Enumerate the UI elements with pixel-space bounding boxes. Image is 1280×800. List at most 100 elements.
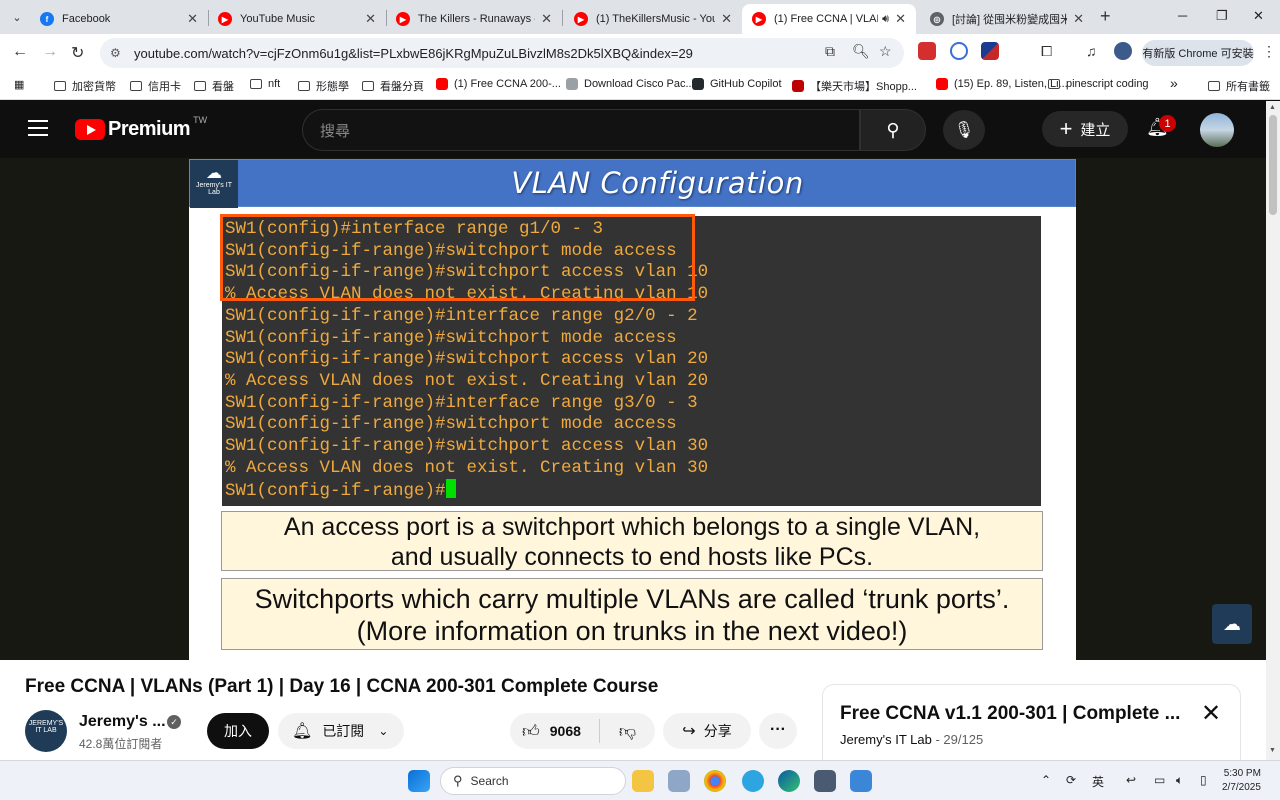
tab-search-button[interactable]: ⌄ [6,6,28,28]
bookmark-item[interactable]: 看盤 [194,78,234,94]
close-tab-icon[interactable]: ✕ [1073,11,1084,27]
system-clock[interactable]: 5:30 PM 2/7/2025 [1222,767,1261,795]
install-app-icon[interactable]: ⧉ [825,43,835,60]
search-input[interactable]: 搜尋 [302,109,860,151]
create-button[interactable]: + 建立 [1042,111,1128,147]
page-scrollbar[interactable]: ▲ ▼ [1266,101,1280,760]
channel-avatar[interactable]: JEREMY'S IT LAB [25,710,67,752]
scroll-up-icon[interactable]: ▲ [1269,104,1276,111]
menu-icon[interactable] [28,120,48,141]
all-bookmarks-folder[interactable]: 所有書籤 [1208,78,1270,94]
close-tab-icon[interactable]: ✕ [541,11,552,27]
input-language[interactable]: 英 [1092,773,1104,790]
share-button[interactable]: ↪ 分享 [663,713,751,749]
bookmark-item[interactable]: nft [250,78,280,90]
terminal-line: % Access VLAN does not exist. Creating v… [225,370,709,391]
scroll-down-icon[interactable]: ▼ [1269,747,1276,754]
browser-tab[interactable]: ▶ (1) TheKillersMusic - YouTu ✕ [564,4,742,34]
reload-button[interactable]: ↻ [71,43,84,63]
clock-date: 2/7/2025 [1222,782,1261,793]
profile-avatar-icon[interactable] [1114,42,1132,60]
app-icon[interactable] [668,770,690,792]
close-tab-icon[interactable]: ✕ [365,11,376,27]
address-bar[interactable]: ⚙ youtube.com/watch?v=cjFzOnm6u1g&list=P… [100,38,904,68]
browser-menu-icon[interactable]: ⋮ [1262,43,1276,60]
tab-audio-icon[interactable]: 🔊︎ [882,13,889,26]
taskbar-search[interactable]: ⚲ Search [440,767,626,795]
ime-icon[interactable]: ↩ [1126,773,1136,787]
extensions-puzzle-icon[interactable]: ⧠ [1041,43,1052,60]
bookmark-item[interactable]: (1) Free CCNA 200-... [436,78,561,90]
folder-icon [362,81,374,91]
slide-title: VLAN Configuration [511,166,804,200]
bookmark-item[interactable]: pinescript coding [1048,78,1149,90]
forward-button[interactable]: → [42,43,58,61]
new-tab-button[interactable]: + [1100,6,1111,27]
youtube-premium-logo[interactable]: Premium TW [75,115,207,141]
sync-icon[interactable]: ⟳ [1066,773,1076,787]
apps-grid-icon[interactable]: ▦ [14,78,24,91]
dislike-button[interactable]: 👎︎ [600,721,655,742]
folder-icon [194,81,206,91]
battery-icon[interactable]: ▯ [1200,773,1207,787]
volume-icon[interactable]: 🔈︎ [1176,773,1183,788]
extension-copilot-icon[interactable] [950,42,968,60]
browser-tab[interactable]: f Facebook ✕ [30,4,208,34]
playlist-title[interactable]: Free CCNA v1.1 200-301 | Complete ... [840,703,1185,725]
back-button[interactable]: ← [12,43,28,61]
windows-start-icon[interactable] [408,770,430,792]
video-player[interactable]: ☁ Jeremy's IT Lab VLAN Configuration SW1… [0,158,1266,660]
bookmark-star-icon[interactable]: ☆ [879,43,892,60]
tab-favicon-icon: ▶ [752,12,766,26]
network-icon[interactable]: ▭ [1154,773,1165,787]
subscribed-button[interactable]: 🔔︎ 已訂閱 ⌄ [278,713,404,749]
search-button[interactable]: ⚲ [860,109,926,151]
bookmark-item[interactable]: 加密貨幣 [54,78,116,94]
scrollbar-thumb[interactable] [1269,115,1277,215]
tray-expand-icon[interactable]: ⌃ [1041,773,1051,787]
browser-tab[interactable]: ▶ The Killers - Runaways - Yo ✕ [386,4,562,34]
terminal-line: SW1(config-if-range)#interface range g2/… [225,305,698,326]
edge-icon[interactable] [778,770,800,792]
tab-favicon-icon: ◎ [930,12,944,26]
thumbs-down-icon: 👎︎ [618,721,637,741]
maximize-button[interactable]: ❐ [1216,8,1228,24]
chrome-update-button[interactable]: 有新版 Chrome 可安裝 [1142,40,1254,66]
more-actions-button[interactable]: ··· [759,713,797,749]
bookmark-item[interactable]: Download Cisco Pac... [566,78,695,90]
account-avatar[interactable] [1200,113,1234,147]
telegram-icon[interactable] [742,770,764,792]
extension-new-icon[interactable] [918,42,936,60]
voice-search-button[interactable]: 🎙︎ [943,110,985,150]
close-playlist-icon[interactable]: ✕ [1201,699,1221,728]
bookmark-item[interactable]: 【樂天市場】Shopp... [792,78,917,94]
like-button[interactable]: 👍︎ 9068 [510,719,600,743]
minimize-button[interactable]: ─ [1178,8,1187,23]
close-tab-icon[interactable]: ✕ [721,11,732,27]
notepad-icon[interactable] [850,770,872,792]
close-tab-icon[interactable]: ✕ [895,11,906,27]
browser-tab[interactable]: ▶ YouTube Music ✕ [208,4,386,34]
chrome-taskbar-icon[interactable] [704,770,726,792]
close-tab-icon[interactable]: ✕ [187,11,198,27]
site-info-icon[interactable]: ⚙ [110,46,126,60]
calculator-icon[interactable] [814,770,836,792]
bookmark-item[interactable]: GitHub Copilot [692,78,782,90]
channel-name[interactable]: Jeremy's ... [79,713,166,731]
more-bookmarks-button[interactable]: » [1170,75,1178,91]
terminal-line: SW1(config-if-range)#switchport mode acc… [225,414,677,435]
media-control-icon[interactable]: ♫ [1086,43,1097,59]
browser-tab[interactable]: ◎ [討論] 從囤米粉變成囤米風 ✕ [920,4,1094,34]
browser-tab[interactable]: ▶ (1) Free CCNA | VLANs 🔊︎ ✕ [742,4,916,34]
playlist-channel[interactable]: Jeremy's IT Lab [840,732,932,747]
folder-icon [250,79,262,89]
bookmark-item[interactable]: 信用卡 [130,78,181,94]
zoom-icon[interactable]: 🔍︎ [852,43,870,60]
bookmark-item[interactable]: 看盤分頁 [362,78,424,94]
close-window-button[interactable]: ✕ [1253,8,1264,24]
file-explorer-icon[interactable] [632,770,654,792]
channel-watermark-icon[interactable]: ☁ [1212,604,1252,644]
bookmark-item[interactable]: 形態學 [298,78,349,94]
extension-flag-icon[interactable] [981,42,999,60]
join-button[interactable]: 加入 [207,713,269,749]
